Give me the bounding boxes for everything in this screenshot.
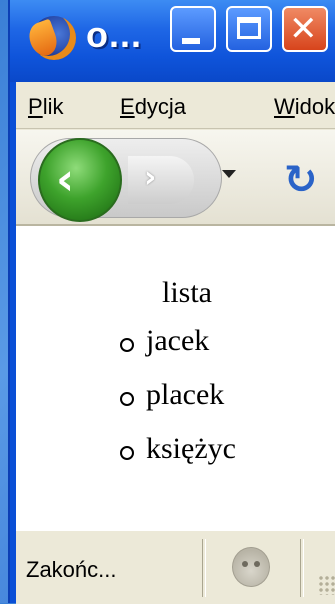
menu-item-view-mnemonic: W <box>274 94 295 119</box>
circle-bullet-icon <box>120 338 134 352</box>
window-title: o... <box>86 14 142 55</box>
menu-item-edit[interactable]: Edycja <box>120 94 186 120</box>
close-icon: ✕ <box>289 9 318 49</box>
menu-item-file-mnemonic: P <box>28 94 43 119</box>
maximize-button[interactable] <box>226 6 272 52</box>
status-divider <box>202 539 206 597</box>
navigation-toolbar: ‹ › ↻ <box>16 130 335 226</box>
status-text: Zakońc... <box>26 557 117 582</box>
forward-arrow-icon: › <box>144 160 157 195</box>
status-bar: Zakońc... <box>16 530 335 604</box>
reload-icon[interactable]: ↻ <box>284 160 318 200</box>
activity-indicator-icon <box>232 547 270 587</box>
forward-button[interactable]: › <box>128 156 194 204</box>
list-item-text: księżyc <box>146 432 236 465</box>
menu-item-view-label: idok <box>294 94 335 119</box>
maximize-icon <box>237 17 261 39</box>
close-button[interactable]: ✕ <box>282 6 328 52</box>
back-arrow-icon: ‹ <box>56 154 75 205</box>
menu-item-file-label: lik <box>42 94 64 119</box>
minimize-button[interactable] <box>170 6 216 52</box>
dropdown-triangle-icon[interactable] <box>222 170 236 178</box>
menu-item-edit-label: dycja <box>134 94 187 119</box>
back-button[interactable]: ‹ <box>38 138 122 222</box>
circle-bullet-icon <box>120 392 134 406</box>
menu-item-view[interactable]: Widok <box>274 94 335 120</box>
list-heading: lista <box>162 276 212 309</box>
title-bar[interactable]: o... ✕ <box>10 0 335 82</box>
status-divider <box>300 539 304 597</box>
client-area: Plik Edycja Widok ‹ › ↻ lista jacek plac… <box>16 82 335 604</box>
browser-window: o... ✕ Plik Edycja Widok ‹ › ↻ lista jac… <box>8 0 335 604</box>
minimize-icon <box>182 38 200 44</box>
page-content: lista jacek placek księżyc <box>16 226 335 530</box>
list-item-text: placek <box>146 378 225 411</box>
menu-item-file[interactable]: Plik <box>28 94 63 120</box>
menu-bar: Plik Edycja Widok <box>16 82 335 129</box>
firefox-icon[interactable] <box>32 16 76 60</box>
circle-bullet-icon <box>120 446 134 460</box>
resize-grip-icon[interactable] <box>318 575 335 595</box>
menu-item-edit-mnemonic: E <box>120 94 135 119</box>
list-item-text: jacek <box>146 324 210 357</box>
